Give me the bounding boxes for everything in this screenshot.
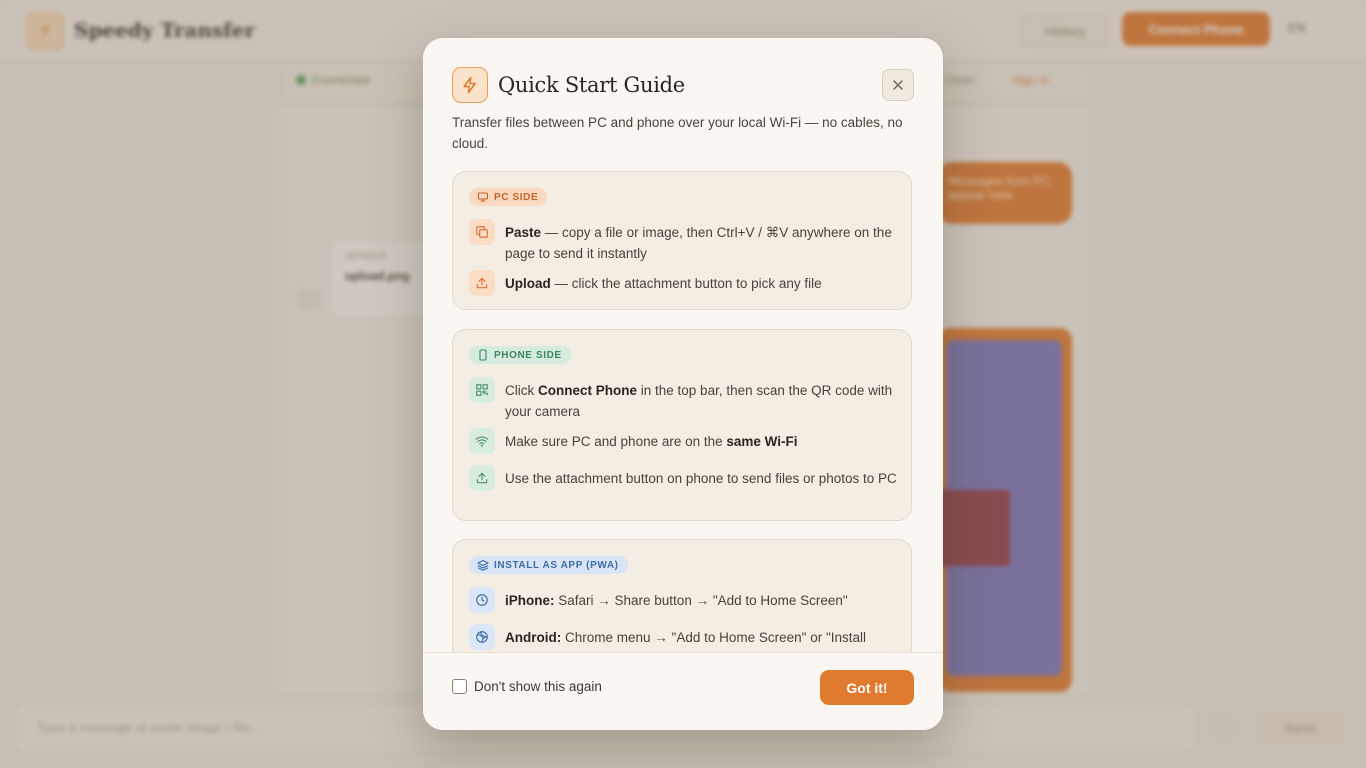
pc-upload-rest: — click the attachment button to pick an… — [550, 276, 822, 291]
pwa-badge: INSTALL AS APP (PWA) — [469, 556, 628, 574]
pc-paste-bold: Paste — [505, 225, 542, 240]
chrome-icon — [469, 624, 495, 650]
modal-scroll-area[interactable]: PC SIDE Paste — copy a file or image, th… — [423, 170, 943, 652]
pc-paste-rest: — copy a file or image, then Ctrl+V / ⌘V… — [505, 225, 892, 261]
pc-side-badge: PC SIDE — [469, 188, 548, 206]
qr-code-icon — [469, 377, 495, 403]
close-icon — [893, 80, 903, 90]
compass-icon — [469, 587, 495, 613]
upload-icon — [469, 270, 495, 296]
phone-side-badge-label: PHONE SIDE — [494, 349, 562, 361]
lightning-icon — [452, 67, 488, 103]
pwa-card: INSTALL AS APP (PWA) iPhone: Safari → Sh… — [452, 539, 912, 652]
pc-upload-bold: Upload — [505, 276, 551, 291]
phone-upload-text: Use the attachment button on phone to se… — [505, 471, 897, 486]
monitor-icon — [477, 192, 489, 202]
pwa-iphone-text: iPhone: Safari → Share button → "Add to … — [505, 591, 897, 612]
pc-upload-text: Upload — click the attachment button to … — [505, 274, 897, 295]
layers-icon — [477, 559, 489, 571]
pwa-android-bold: Android: — [505, 630, 562, 645]
phone-connect-bold: Connect Phone — [538, 383, 638, 398]
phone-side-badge: PHONE SIDE — [469, 346, 571, 364]
pwa-iphone-bold: iPhone: — [505, 593, 555, 608]
quick-start-modal: Quick Start Guide Transfer files between… — [423, 38, 943, 730]
pc-paste-text: Paste — copy a file or image, then Ctrl+… — [505, 223, 897, 264]
modal-description: Transfer files between PC and phone over… — [452, 115, 903, 151]
modal-footer: Don't show this again Got it! — [423, 652, 943, 730]
phone-connect-text: Click Connect Phone in the top bar, then… — [505, 381, 897, 422]
got-it-button[interactable]: Got it! — [820, 670, 914, 705]
phone-wifi-bold: same Wi-Fi — [726, 434, 798, 449]
close-button[interactable] — [882, 69, 914, 101]
phone-wifi-text: Make sure PC and phone are on the same W… — [505, 432, 897, 453]
phone-side-card: PHONE SIDE Click Connect Phone in the to… — [452, 329, 912, 521]
phone-wifi-pre: Make sure PC and phone are on the — [505, 434, 727, 449]
dont-show-checkbox[interactable] — [452, 679, 467, 694]
smartphone-icon — [479, 349, 487, 361]
pwa-badge-label: INSTALL AS APP (PWA) — [494, 559, 619, 571]
pwa-android-text: Android: Chrome menu → "Add to Home Scre… — [505, 628, 897, 652]
copy-icon — [469, 219, 495, 245]
pwa-iphone-rest: Safari → Share button → "Add to Home Scr… — [554, 593, 848, 608]
phone-connect-pre: Click — [505, 383, 538, 398]
dont-show-label[interactable]: Don't show this again — [474, 679, 602, 694]
upload-icon — [469, 465, 495, 491]
pc-side-card: PC SIDE Paste — copy a file or image, th… — [452, 171, 912, 310]
pc-side-badge-label: PC SIDE — [494, 191, 539, 203]
wifi-icon — [469, 428, 495, 454]
modal-title: Quick Start Guide — [498, 73, 685, 97]
